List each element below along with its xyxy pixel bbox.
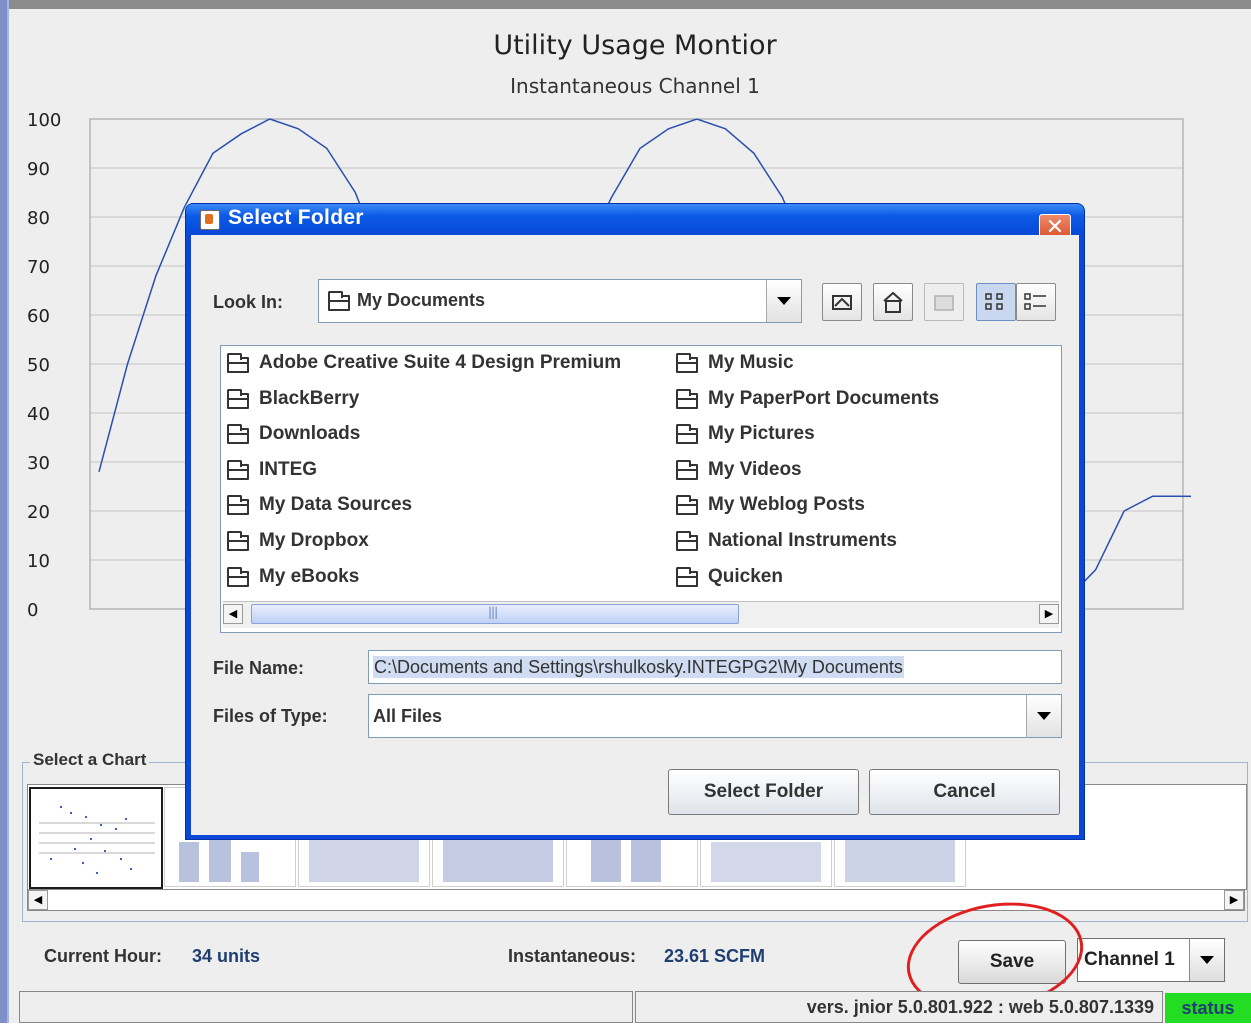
y-tick-label: 20: [27, 502, 50, 523]
cancel-button[interactable]: Cancel: [869, 769, 1060, 815]
chart-thumbnail[interactable]: [29, 787, 163, 889]
scroll-left-arrow-icon[interactable]: ◀: [28, 890, 48, 910]
channel-select[interactable]: Channel 1: [1077, 938, 1225, 982]
y-axis-ticks: 1009080706050403020100: [27, 110, 61, 621]
look-in-label: Look In:: [213, 292, 283, 312]
folder-icon: [676, 388, 698, 409]
chart-subtitle: Instantaneous Channel 1: [510, 74, 760, 98]
version-text: vers. jnior 5.0.801.922 : web 5.0.807.13…: [635, 991, 1163, 1023]
select-chart-label: Select a Chart: [30, 750, 150, 770]
y-tick-label: 60: [27, 306, 50, 327]
folder-icon: [676, 424, 698, 445]
folder-name: My eBooks: [259, 565, 360, 587]
files-of-type-label: Files of Type:: [213, 706, 328, 726]
folder-icon: [676, 566, 698, 587]
dialog-titlebar[interactable]: Select Folder: [186, 204, 1084, 234]
folder-icon: [227, 459, 249, 480]
thumbnail-mini-chart: [39, 805, 155, 875]
y-tick-label: 100: [27, 110, 61, 131]
new-folder-icon: [934, 295, 954, 311]
chevron-down-icon[interactable]: [1189, 939, 1224, 981]
folder-name: BlackBerry: [259, 387, 360, 409]
y-tick-label: 80: [27, 208, 50, 229]
y-tick-label: 30: [27, 453, 50, 474]
details-view-icon: [1024, 293, 1046, 310]
files-of-type-combo[interactable]: All Files: [368, 694, 1062, 738]
select-folder-dialog: Select Folder ✕ Look In: My Documents Ad…: [185, 203, 1085, 840]
folder-name: My Data Sources: [259, 494, 413, 516]
scroll-right-arrow-icon[interactable]: ▶: [1039, 604, 1059, 624]
folder-name: National Instruments: [708, 530, 897, 551]
current-hour-value: 34 units: [192, 946, 261, 966]
dialog-body: Look In: My Documents Adobe Creative Sui…: [191, 235, 1079, 835]
folder-icon: [227, 388, 249, 409]
folder-name: Quicken: [708, 565, 783, 587]
folder-icon: [676, 459, 698, 480]
instantaneous-value: 23.61 SCFM: [664, 946, 766, 966]
folder-name: My Dropbox: [259, 530, 369, 551]
dialog-title: Select Folder: [228, 206, 364, 229]
folder-list[interactable]: Adobe Creative Suite 4 Design Premium Bla…: [220, 345, 1062, 633]
folder-icon: [676, 495, 698, 516]
look-in-combo[interactable]: My Documents: [318, 279, 802, 323]
window-left-border: [0, 0, 9, 1023]
home-button[interactable]: [873, 283, 913, 321]
scroll-right-arrow-icon[interactable]: ▶: [1224, 890, 1244, 910]
folder-icon: [328, 291, 350, 311]
status-bar-left: [19, 991, 633, 1023]
channel-select-value: Channel 1: [1084, 949, 1175, 970]
folder-name: My Weblog Posts: [708, 494, 865, 516]
file-name-label: File Name:: [213, 658, 305, 678]
y-tick-label: 90: [27, 159, 50, 180]
up-one-level-button[interactable]: [822, 283, 862, 321]
chart-title: Utility Usage Montior: [493, 30, 777, 61]
folder-icon: [676, 353, 698, 373]
chevron-down-icon[interactable]: [1026, 695, 1061, 737]
folder-name: My Music: [708, 352, 794, 373]
folder-name: My Videos: [708, 458, 802, 480]
folder-name: Downloads: [259, 423, 361, 445]
scrollbar-thumb[interactable]: [251, 604, 739, 624]
instantaneous-label: Instantaneous:: [508, 946, 637, 966]
folder-list-scrollbar[interactable]: ◀ ▶: [223, 601, 1059, 628]
folder-name: INTEG: [259, 458, 318, 480]
folder-name: My Pictures: [708, 423, 815, 445]
list-view-button[interactable]: [976, 283, 1016, 321]
file-name-field[interactable]: C:\Documents and Settings\rshulkosky.INT…: [368, 650, 1062, 684]
y-tick-label: 40: [27, 404, 50, 425]
up-one-level-icon: [832, 295, 852, 310]
y-tick-label: 70: [27, 257, 50, 278]
y-tick-label: 50: [27, 355, 50, 376]
details-view-button[interactable]: [1016, 283, 1056, 321]
scroll-left-arrow-icon[interactable]: ◀: [223, 604, 243, 624]
thumbnail-scrollbar[interactable]: ◀ ▶: [27, 889, 1245, 911]
folder-icon: [227, 353, 249, 373]
chevron-down-icon[interactable]: [766, 280, 801, 322]
select-folder-button[interactable]: Select Folder: [668, 769, 859, 815]
list-view-icon: [985, 293, 1003, 310]
java-app-icon: [200, 210, 220, 230]
folder-name: My PaperPort Documents: [708, 387, 940, 409]
look-in-value: My Documents: [357, 290, 486, 310]
home-icon: [883, 291, 903, 313]
current-hour-label: Current Hour:: [44, 946, 162, 966]
folder-name: Adobe Creative Suite 4 Design Premium: [259, 352, 622, 373]
folder-icon: [227, 531, 249, 551]
app-window: Utility Usage Montior Instantaneous Chan…: [0, 0, 1251, 1025]
status-badge[interactable]: status: [1165, 993, 1251, 1023]
folder-icon: [227, 566, 249, 587]
new-folder-button[interactable]: [924, 283, 964, 321]
folder-icon: [227, 495, 249, 516]
folder-icon: [676, 531, 698, 551]
y-tick-label: 10: [27, 551, 50, 572]
y-tick-label: 0: [27, 600, 38, 621]
file-name-value: C:\Documents and Settings\rshulkosky.INT…: [373, 656, 904, 678]
window-top-border: [9, 0, 1251, 9]
folder-icon: [227, 424, 249, 445]
files-of-type-value: All Files: [373, 706, 443, 726]
